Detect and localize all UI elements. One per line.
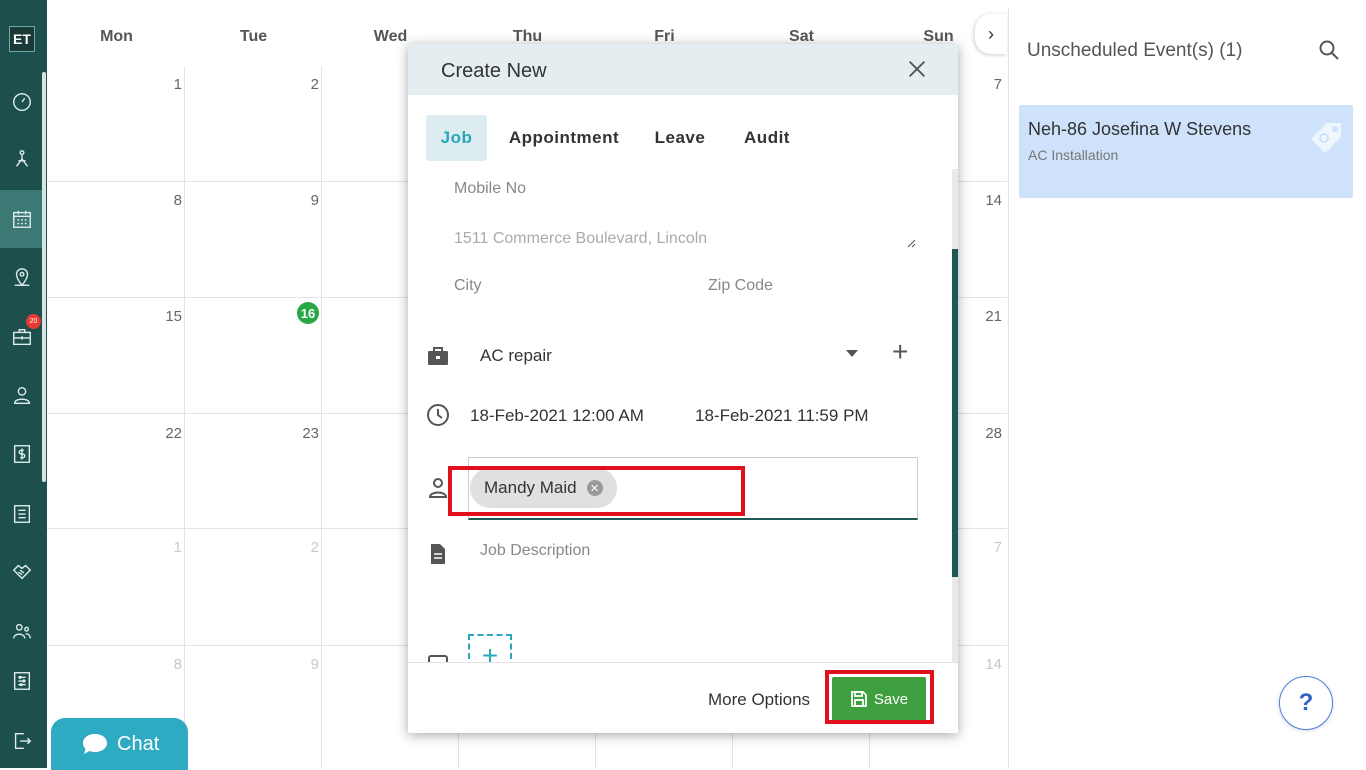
briefcase-icon [426, 344, 452, 370]
assignee-highlight-box [448, 466, 745, 516]
chat-label: Chat [117, 732, 160, 755]
team-icon[interactable] [9, 618, 35, 644]
resize-handle-icon[interactable] [906, 238, 916, 248]
document-icon [426, 542, 452, 568]
event-type: AC Installation [1028, 147, 1119, 163]
start-date-field[interactable]: 18-Feb-2021 12:00 AM [470, 406, 644, 426]
help-button[interactable]: ? [1279, 676, 1333, 730]
calendar-cell[interactable]: 7 [972, 539, 1002, 556]
calendar-cell[interactable]: 22 [152, 425, 182, 442]
calendar-cell[interactable]: 14 [972, 192, 1002, 209]
tab-appointment[interactable]: Appointment [506, 115, 622, 161]
mobile-field[interactable]: Mobile No [454, 180, 526, 198]
clock-icon [426, 403, 452, 429]
today-marker[interactable]: 16 [297, 302, 319, 324]
search-icon[interactable] [1317, 38, 1343, 64]
day-header-tue: Tue [239, 28, 268, 45]
user-icon[interactable] [9, 382, 35, 408]
logout-icon[interactable] [9, 728, 35, 754]
chat-button[interactable]: Chat [51, 718, 188, 770]
network-icon[interactable] [9, 146, 35, 172]
calendar-cell[interactable]: 28 [972, 425, 1002, 442]
handshake-icon[interactable] [9, 559, 35, 585]
calendar-cell[interactable]: 2 [289, 539, 319, 556]
tab-job[interactable]: Job [426, 115, 487, 161]
app-logo: ET [9, 26, 35, 52]
calendar-cell[interactable]: 15 [152, 308, 182, 325]
city-field[interactable]: City [454, 277, 482, 295]
chat-bubble-icon [83, 734, 107, 754]
list-icon[interactable] [9, 501, 35, 527]
sliders-icon[interactable] [9, 668, 35, 694]
close-icon[interactable] [906, 58, 930, 82]
notification-badge: 20 [26, 314, 41, 329]
tag-icon [1311, 123, 1341, 153]
create-new-dialog: Create New Job Appointment Leave Audit M… [408, 44, 958, 733]
calendar-cell[interactable]: 1 [152, 539, 182, 556]
calendar-cell[interactable]: 14 [972, 656, 1002, 673]
unscheduled-event-card[interactable]: Neh-86 Josefina W Stevens AC Installatio… [1019, 105, 1353, 198]
dialog-title: Create New [441, 60, 547, 82]
dollar-icon[interactable] [9, 441, 35, 467]
more-options-button[interactable]: More Options [708, 690, 810, 710]
grid-line [321, 66, 322, 768]
chevron-right-icon[interactable]: › [975, 14, 1007, 54]
calendar-cell[interactable]: 23 [289, 425, 319, 442]
calendar-cell[interactable]: 7 [972, 76, 1002, 93]
calendar-cell[interactable]: 8 [152, 656, 182, 673]
grid-line [184, 66, 185, 768]
dialog-header: Create New [408, 44, 958, 95]
save-highlight-box [825, 670, 934, 724]
event-name: Neh-86 Josefina W Stevens [1028, 119, 1252, 139]
unscheduled-panel: Unscheduled Event(s) (1) Neh-86 Josefina… [1008, 8, 1366, 768]
calendar-icon[interactable] [9, 206, 35, 232]
calendar-cell[interactable]: 2 [289, 76, 319, 93]
zip-code-field[interactable]: Zip Code [708, 277, 773, 295]
dialog-scrollbar-thumb[interactable] [952, 249, 958, 577]
tab-leave[interactable]: Leave [648, 115, 712, 161]
job-type-select[interactable]: AC repair [480, 346, 552, 366]
end-date-field[interactable]: 18-Feb-2021 11:59 PM [695, 406, 869, 426]
sidebar-scrollbar[interactable] [42, 72, 46, 482]
day-header-mon: Mon [100, 28, 133, 45]
calendar-cell[interactable]: 8 [152, 192, 182, 209]
calendar-cell[interactable]: 1 [152, 76, 182, 93]
dashboard-icon[interactable] [9, 89, 35, 115]
tab-audit[interactable]: Audit [738, 115, 796, 161]
map-pin-icon[interactable] [9, 264, 35, 290]
chevron-down-icon[interactable] [846, 350, 858, 357]
job-description-field[interactable]: Job Description [480, 542, 590, 560]
calendar-cell[interactable]: 9 [289, 656, 319, 673]
left-sidebar: ET 20 [0, 0, 47, 768]
calendar-cell[interactable]: 9 [289, 192, 319, 209]
calendar-cell[interactable]: 21 [972, 308, 1002, 325]
unscheduled-title: Unscheduled Event(s) (1) [1027, 40, 1243, 61]
address-field[interactable]: 1511 Commerce Boulevard, Lincoln [454, 230, 707, 248]
add-job-type-button[interactable]: + [892, 338, 908, 366]
